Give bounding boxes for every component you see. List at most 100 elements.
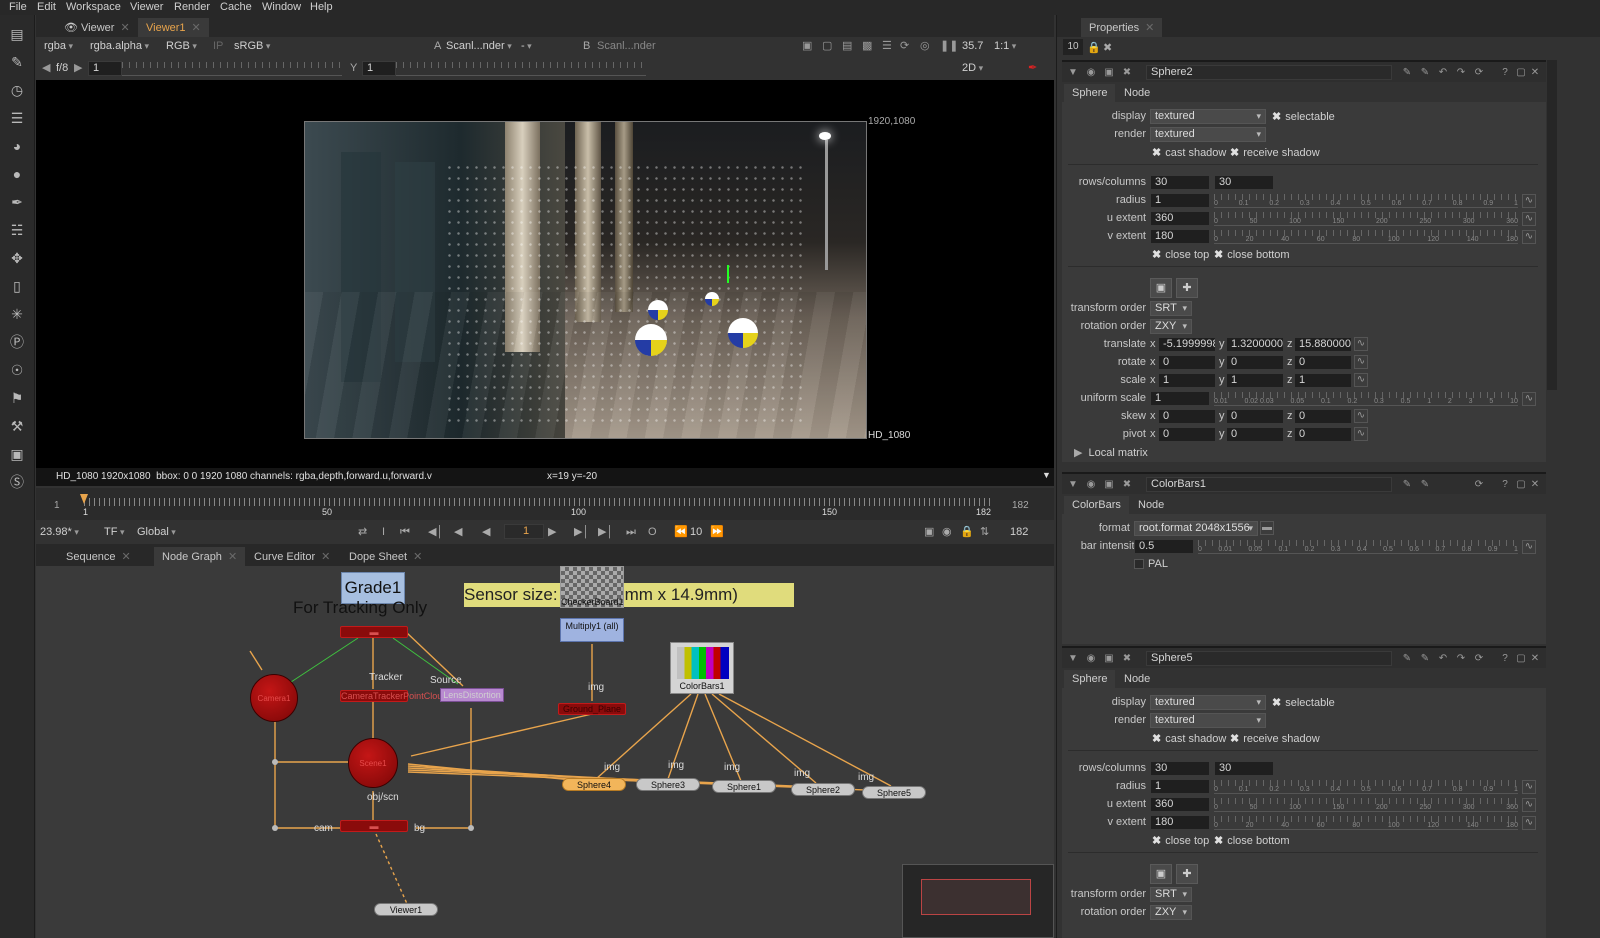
- scale-y-field[interactable]: 1: [1226, 373, 1284, 388]
- redo-icon[interactable]: ↷: [1454, 66, 1468, 80]
- viewer-canvas[interactable]: 1920,1080 HD_1080: [36, 80, 1054, 468]
- fps-dropdown[interactable]: 23.98*: [40, 524, 79, 540]
- proxy-dropdown[interactable]: 1:1: [994, 38, 1016, 54]
- mask-icon[interactable]: ▤: [842, 38, 852, 54]
- animation-icon[interactable]: ∿: [1522, 194, 1536, 208]
- scope-dropdown[interactable]: Global: [137, 524, 176, 540]
- tab-sphere[interactable]: Sphere: [1064, 670, 1116, 688]
- tab-sphere[interactable]: Sphere: [1064, 84, 1116, 102]
- last-frame-icon[interactable]: ⏭: [626, 524, 636, 540]
- viewer-icon[interactable]: ◉: [1084, 652, 1098, 666]
- radius-slider[interactable]: 0 0.1 0.2 0.3 0.4 0.5 0.6 0.7 0.8 0.9 1: [1214, 194, 1518, 208]
- close-icon[interactable]: ✕: [321, 551, 330, 563]
- pivot-z-field[interactable]: 0: [1294, 427, 1352, 442]
- animation-icon[interactable]: ∿: [1522, 798, 1536, 812]
- camera-node[interactable]: Camera1: [250, 674, 298, 722]
- close-icon[interactable]: ✕: [413, 551, 422, 563]
- render-dropdown[interactable]: textured: [1150, 127, 1266, 142]
- animation-icon[interactable]: ∿: [1522, 816, 1536, 830]
- b-input-dropdown[interactable]: Scanl...nder: [597, 38, 656, 54]
- radius-field[interactable]: 1: [1150, 779, 1210, 794]
- alpha-dropdown[interactable]: rgba.alpha: [90, 38, 149, 54]
- frame-field[interactable]: 1: [504, 524, 544, 539]
- ground-plane-node[interactable]: Ground_Plane: [558, 703, 626, 715]
- rotate-z-field[interactable]: 0: [1294, 355, 1352, 370]
- scene-node[interactable]: Scene1: [348, 738, 398, 788]
- channels-dropdown[interactable]: rgba: [44, 38, 73, 54]
- checkerboard-node[interactable]: CheckerBoard1: [560, 566, 624, 608]
- scale-x-field[interactable]: 1: [1158, 373, 1216, 388]
- pause-icon[interactable]: ❚❚: [940, 38, 958, 54]
- tab-properties[interactable]: Properties ✕: [1081, 18, 1163, 37]
- time-icon[interactable]: ◷: [8, 81, 26, 99]
- copy-transform-icon[interactable]: ▣: [1150, 864, 1172, 884]
- cameratracker-node[interactable]: CameraTrackerPointCloud1: [340, 690, 452, 702]
- node-name-field[interactable]: Sphere2: [1146, 65, 1392, 80]
- local-matrix-toggle[interactable]: ▶ Local matrix: [1074, 446, 1148, 459]
- float-icon[interactable]: ▢: [1514, 66, 1528, 80]
- next-stop-icon[interactable]: ▶: [74, 60, 82, 76]
- play-back-icon[interactable]: ◀: [482, 524, 490, 540]
- properties-scrollbar[interactable]: [1547, 60, 1557, 390]
- rows-field[interactable]: 30: [1150, 761, 1210, 776]
- edit-icon[interactable]: ✎: [1400, 478, 1414, 492]
- v-extent-slider[interactable]: 0 20 40 60 80 100 120 140 180: [1214, 230, 1518, 244]
- skew-z-field[interactable]: 0: [1294, 409, 1352, 424]
- sphere2-node[interactable]: Sphere2: [791, 783, 855, 796]
- deep-icon[interactable]: Ⓟ: [8, 333, 26, 351]
- node-icon[interactable]: ✖: [1120, 652, 1134, 666]
- rotation-order-dropdown[interactable]: ZXY: [1150, 905, 1192, 920]
- sync-icon[interactable]: ⇅: [980, 524, 989, 540]
- uniform-scale-slider[interactable]: 0.01 0.02 0.03 0.05 0.1 0.2 0.3 0.5 1 2 3 5 10: [1214, 392, 1518, 406]
- selectable-checkbox[interactable]: ✖ selectable: [1272, 696, 1335, 709]
- expand-icon[interactable]: ▼: [1042, 470, 1051, 480]
- v-extent-slider[interactable]: 0 20 40 60 80 100 120 140 180: [1214, 816, 1518, 830]
- rotation-order-dropdown[interactable]: ZXY: [1150, 319, 1192, 334]
- in-point-icon[interactable]: I: [382, 524, 385, 540]
- tf-dropdown[interactable]: TF: [104, 524, 124, 540]
- skew-y-field[interactable]: 0: [1226, 409, 1284, 424]
- max-panels-field[interactable]: 10: [1063, 39, 1083, 55]
- node-icon[interactable]: ✖: [1120, 66, 1134, 80]
- monitor-icon[interactable]: ▣: [924, 524, 934, 540]
- close-icon[interactable]: ✕: [1528, 652, 1542, 666]
- animation-icon[interactable]: ∿: [1354, 373, 1368, 387]
- close-icon[interactable]: ✕: [192, 22, 201, 34]
- close-top-checkbox[interactable]: ✖ close top: [1152, 834, 1209, 847]
- channel-icon[interactable]: ☰: [8, 109, 26, 127]
- a-mode-dropdown[interactable]: -: [521, 38, 573, 54]
- reset-icon[interactable]: ⟳: [1472, 652, 1486, 666]
- colorbars-node[interactable]: ColorBars1: [670, 642, 734, 694]
- particles-icon[interactable]: ✳: [8, 305, 26, 323]
- reset-icon[interactable]: ⟳: [1472, 478, 1486, 492]
- close-icon[interactable]: ✕: [1528, 478, 1542, 492]
- viewer-icon[interactable]: ◉: [1084, 66, 1098, 80]
- collapse-icon[interactable]: ▼: [1066, 66, 1080, 80]
- target-icon[interactable]: ◎: [920, 38, 930, 54]
- camera-icon[interactable]: ▣: [1102, 478, 1116, 492]
- undo-icon[interactable]: ↶: [1436, 652, 1450, 666]
- format-edit-icon[interactable]: ▬: [1260, 521, 1274, 535]
- cast-shadow-checkbox[interactable]: ✖ cast shadow: [1152, 146, 1226, 159]
- prev-key-icon[interactable]: ◀│: [428, 524, 443, 540]
- bar-intensity-slider[interactable]: 0 0.01 0.05 0.1 0.2 0.3 0.4 0.5 0.6 0.7 0.8 0.9 1: [1198, 540, 1518, 554]
- edit-icon[interactable]: ✎: [1400, 66, 1414, 80]
- translate-y-field[interactable]: 1.32000005: [1226, 337, 1284, 352]
- redo-icon[interactable]: ↷: [1454, 652, 1468, 666]
- animation-icon[interactable]: ∿: [1522, 392, 1536, 406]
- viewer-icon[interactable]: ◉: [1084, 478, 1098, 492]
- lock-panels-icon[interactable]: 🔒: [1087, 41, 1101, 54]
- step-back-icon[interactable]: ◀: [454, 524, 462, 540]
- colorspace-dropdown[interactable]: RGB: [166, 38, 197, 54]
- sphere5-node[interactable]: Sphere5: [862, 786, 926, 799]
- roi-icon[interactable]: ▣: [802, 38, 812, 54]
- edit-icon[interactable]: ✎: [1400, 652, 1414, 666]
- menu-viewer[interactable]: Viewer: [130, 1, 163, 13]
- merge-icon[interactable]: ☵: [8, 221, 26, 239]
- menu-help[interactable]: Help: [310, 1, 333, 13]
- lut-dropdown[interactable]: sRGB: [234, 38, 270, 54]
- transform-order-dropdown[interactable]: SRT: [1150, 887, 1192, 902]
- transform-order-dropdown[interactable]: SRT: [1150, 301, 1192, 316]
- axis-handle-icon[interactable]: ✚: [1176, 864, 1198, 884]
- skip-back-icon[interactable]: ⏪: [674, 524, 688, 540]
